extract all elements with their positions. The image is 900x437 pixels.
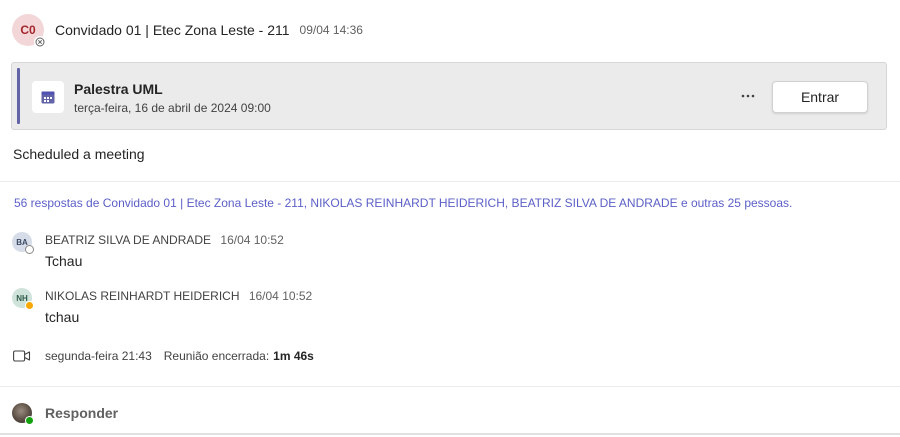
reply-author: NIKOLAS REINHARDT HEIDERICH xyxy=(45,289,240,303)
reply-meta: BEATRIZ SILVA DE ANDRADE 16/04 10:52 xyxy=(45,233,284,247)
reply-avatar[interactable]: NH xyxy=(12,288,34,310)
reply-meta: NIKOLAS REINHARDT HEIDERICH 16/04 10:52 xyxy=(45,289,312,303)
reply-label: Responder xyxy=(45,405,119,421)
divider xyxy=(0,386,900,387)
calendar-icon xyxy=(32,81,64,113)
my-avatar xyxy=(12,403,34,425)
post-message: Scheduled a meeting xyxy=(13,146,145,162)
reply-timestamp: 16/04 10:52 xyxy=(248,289,313,303)
video-camera-icon xyxy=(13,349,31,363)
reply-button[interactable]: Responder xyxy=(12,403,119,425)
meeting-ended-time: segunda-feira 21:43 xyxy=(45,349,152,363)
post-header: C0 Convidado 01 | Etec Zona Leste - 211 … xyxy=(12,14,363,48)
post-timestamp: 09/04 14:36 xyxy=(299,23,363,37)
reply-avatar[interactable]: BA xyxy=(12,232,34,254)
reply-timestamp: 16/04 10:52 xyxy=(220,233,284,247)
reply-text: Tchau xyxy=(45,253,83,269)
card-accent-bar xyxy=(17,68,20,124)
bottom-divider xyxy=(0,433,900,435)
divider xyxy=(0,181,900,182)
more-options-button[interactable] xyxy=(737,86,759,106)
available-status-icon xyxy=(25,416,34,425)
meeting-duration: 1m 46s xyxy=(273,349,314,363)
join-meeting-button[interactable]: Entrar xyxy=(772,81,868,113)
meeting-datetime: terça-feira, 16 de abril de 2024 09:00 xyxy=(74,101,271,115)
away-status-icon xyxy=(25,245,34,254)
offline-status-icon xyxy=(34,36,46,48)
reply-author: BEATRIZ SILVA DE ANDRADE xyxy=(45,233,212,247)
reply-text: tchau xyxy=(45,309,80,325)
avatar-initials: C0 xyxy=(20,23,36,37)
post-author: Convidado 01 | Etec Zona Leste - 211 xyxy=(55,22,290,38)
meeting-ended-notice: segunda-feira 21:43 Reunião encerrada: 1… xyxy=(13,349,314,363)
author-avatar[interactable]: C0 xyxy=(12,14,46,48)
meeting-ended-label: Reunião encerrada: xyxy=(163,349,270,363)
meeting-title: Palestra UML xyxy=(74,81,163,97)
meeting-card[interactable]: Palestra UML terça-feira, 16 de abril de… xyxy=(11,62,887,130)
replies-summary-link[interactable]: 56 respostas de Convidado 01 | Etec Zona… xyxy=(14,196,792,210)
ellipsis-icon xyxy=(741,94,755,98)
away-status-icon xyxy=(25,301,34,310)
